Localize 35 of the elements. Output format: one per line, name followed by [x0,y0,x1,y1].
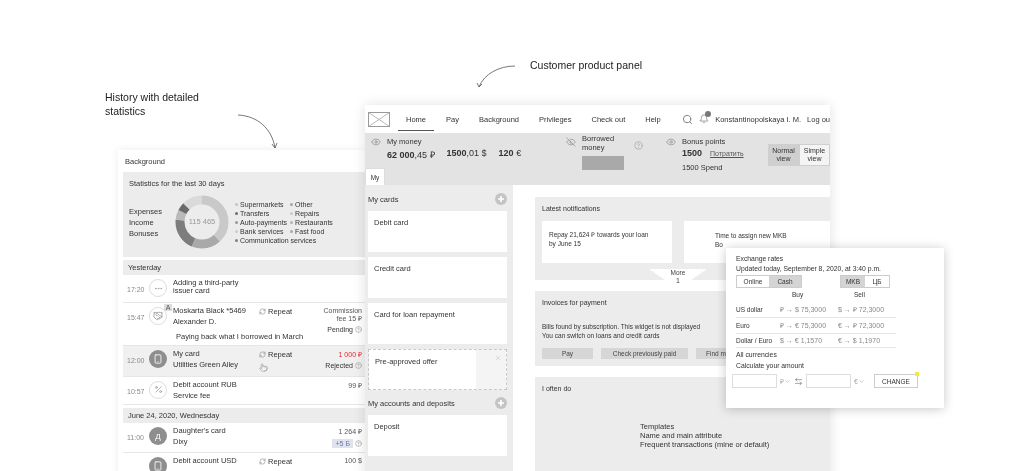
refresh-icon [259,350,266,358]
annotation: History with detailed statistics [105,90,200,119]
bonus-value: 1500 [682,148,703,158]
help-icon[interactable] [355,361,362,369]
handshake-icon [153,311,163,321]
donut-chart [175,195,229,249]
eye-icon[interactable] [371,137,381,147]
add-icon[interactable] [495,397,507,409]
amount-input[interactable] [806,374,851,388]
curved-arrow [474,64,518,90]
add-icon[interactable] [495,193,507,205]
help-icon[interactable] [355,440,362,447]
phone-icon [153,353,163,364]
search-icon[interactable] [682,113,694,125]
chevron-down-icon [784,377,791,385]
logo-placeholder [368,111,390,127]
swap-icon[interactable] [794,376,803,386]
balance: 1500,01 $ [446,148,487,160]
eye-icon[interactable] [666,137,676,147]
avatar: Д [149,427,167,445]
annotation: Customer product panel [530,58,644,73]
phone-icon [153,461,163,471]
percent-icon [153,385,163,394]
help-icon[interactable] [634,141,643,150]
hidden-eye-icon[interactable] [566,137,576,147]
amount-input[interactable] [732,374,777,388]
balance: 120 € [498,148,522,160]
balance: 62 000,45 ₽ [387,149,435,161]
refresh-icon [259,308,266,315]
notification-bell-icon[interactable] [699,114,710,124]
refresh-icon [259,458,266,465]
close-icon[interactable] [494,354,502,362]
help-icon[interactable] [355,326,362,333]
hidden-amount [582,156,624,170]
chevron-down-icon [857,377,865,385]
